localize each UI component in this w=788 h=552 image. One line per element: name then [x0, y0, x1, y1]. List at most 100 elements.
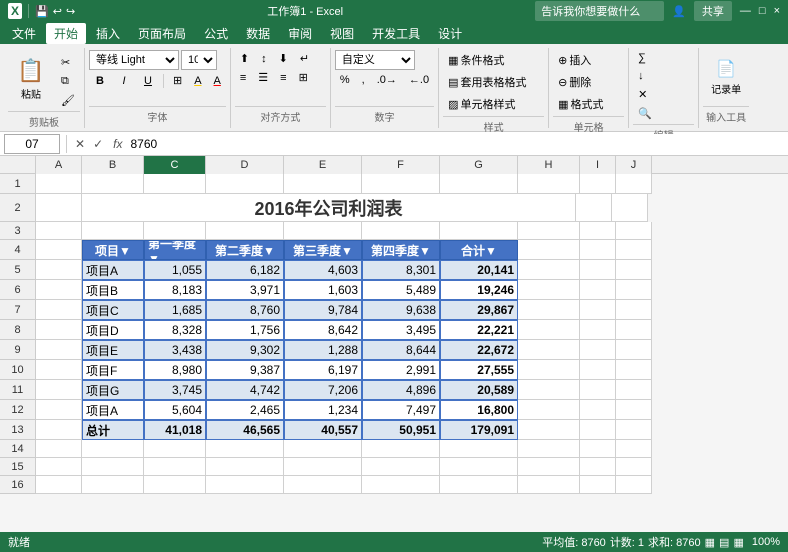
row-header-7[interactable]: 7	[0, 300, 36, 320]
cell-total-9[interactable]: 22,672	[440, 340, 518, 360]
cell-data-11-2[interactable]: 4,742	[206, 380, 284, 400]
border-button[interactable]: ⊞	[168, 72, 187, 89]
row-header-1[interactable]: 1	[0, 174, 36, 194]
align-middle-button[interactable]: ↕	[256, 51, 272, 67]
cell-data-7-2[interactable]: 8,760	[206, 300, 284, 320]
cell-h3[interactable]	[518, 222, 580, 240]
cell-a-11[interactable]	[36, 380, 82, 400]
cell-extra-11-0[interactable]	[518, 380, 580, 400]
cell-b-5[interactable]: 项目A	[82, 260, 144, 280]
cut-button[interactable]: ✂ ✂	[56, 54, 80, 71]
cell-b-9[interactable]: 项目E	[82, 340, 144, 360]
cell-b-12[interactable]: 项目A	[82, 400, 144, 420]
cell-extra-6-0[interactable]	[518, 280, 580, 300]
cell-total-5[interactable]: 20,141	[440, 260, 518, 280]
cancel-icon[interactable]: ✕	[73, 137, 87, 151]
col-header-h[interactable]: H	[518, 156, 580, 174]
cell-extra-6-1[interactable]	[580, 280, 616, 300]
italic-button[interactable]: I	[113, 73, 135, 89]
cell-a-9[interactable]	[36, 340, 82, 360]
insert-button[interactable]: ⊕插入	[553, 50, 624, 70]
menu-data[interactable]: 数据	[238, 23, 278, 44]
cell-total-8[interactable]: 22,221	[440, 320, 518, 340]
find-button[interactable]: 🔍	[633, 105, 694, 122]
cell-extra-7-1[interactable]	[580, 300, 616, 320]
total-sum[interactable]: 179,091	[440, 420, 518, 440]
total-label[interactable]: 总计	[82, 420, 144, 440]
row-header-16[interactable]: 16	[0, 476, 36, 494]
cell-j3[interactable]	[616, 222, 652, 240]
cell-g1[interactable]	[440, 174, 518, 194]
col-header-g[interactable]: G	[440, 156, 518, 174]
cell-i-total[interactable]	[580, 420, 616, 440]
cell-e3[interactable]	[284, 222, 362, 240]
cell-data-12-2[interactable]: 2,465	[206, 400, 284, 420]
cell-reference-input[interactable]	[4, 134, 60, 154]
menu-file[interactable]: 文件	[4, 23, 44, 44]
cell-a-total[interactable]	[36, 420, 82, 440]
cell-data-6-2[interactable]: 3,971	[206, 280, 284, 300]
inc-decimal-button[interactable]: .0→	[372, 72, 402, 88]
quick-access-redo-icon[interactable]: ↪	[66, 5, 75, 18]
row-header-2[interactable]: 2	[0, 194, 36, 222]
minimize-button[interactable]: —	[740, 5, 751, 17]
cell-data-11-1[interactable]: 3,745	[144, 380, 206, 400]
cell-f1[interactable]	[362, 174, 440, 194]
cell-extra-10-2[interactable]	[616, 360, 652, 380]
cell-data-10-1[interactable]: 8,980	[144, 360, 206, 380]
menu-pagelayout[interactable]: 页面布局	[130, 23, 194, 44]
cell-j1[interactable]	[616, 174, 652, 194]
share-button[interactable]: 共享	[694, 1, 732, 21]
cell-extra-6-2[interactable]	[616, 280, 652, 300]
quick-access-save-icon[interactable]: 💾	[35, 5, 49, 18]
row-header-10[interactable]: 10	[0, 360, 36, 380]
cell-data-6-4[interactable]: 5,489	[362, 280, 440, 300]
cell-h-total[interactable]	[518, 420, 580, 440]
row-header-6[interactable]: 6	[0, 280, 36, 300]
cell-b-8[interactable]: 项目D	[82, 320, 144, 340]
cell-extra-7-2[interactable]	[616, 300, 652, 320]
align-center-button[interactable]: ☰	[253, 69, 273, 86]
cell-data-7-1[interactable]: 1,685	[144, 300, 206, 320]
row-header-3[interactable]: 3	[0, 222, 36, 240]
format-painter-button[interactable]: 🖌	[56, 92, 80, 109]
row-header-9[interactable]: 9	[0, 340, 36, 360]
cell-i2[interactable]	[576, 194, 612, 222]
cell-a-8[interactable]	[36, 320, 82, 340]
cell-b1[interactable]	[82, 174, 144, 194]
cell-i1[interactable]	[580, 174, 616, 194]
cell-data-6-1[interactable]: 8,183	[144, 280, 206, 300]
table-format-button[interactable]: ▤套用表格格式	[443, 72, 544, 92]
format-button[interactable]: ▦格式式	[553, 94, 624, 114]
cell-extra-12-0[interactable]	[518, 400, 580, 420]
cell-data-5-4[interactable]: 8,301	[362, 260, 440, 280]
cell-data-7-4[interactable]: 9,638	[362, 300, 440, 320]
delete-button[interactable]: ⊖删除	[553, 72, 624, 92]
table-header-project[interactable]: 项目▼	[82, 240, 144, 260]
cell-j4[interactable]	[616, 240, 652, 260]
cell-extra-11-2[interactable]	[616, 380, 652, 400]
cell-extra-8-1[interactable]	[580, 320, 616, 340]
col-header-j[interactable]: J	[616, 156, 652, 174]
cell-data-12-4[interactable]: 7,497	[362, 400, 440, 420]
row-header-13[interactable]: 13	[0, 420, 36, 440]
align-top-button[interactable]: ⬆	[235, 50, 254, 67]
cell-a2[interactable]	[36, 194, 82, 222]
cell-data-10-3[interactable]: 6,197	[284, 360, 362, 380]
cell-extra-9-1[interactable]	[580, 340, 616, 360]
cell-f3[interactable]	[362, 222, 440, 240]
cell-extra-9-2[interactable]	[616, 340, 652, 360]
cell-b-11[interactable]: 项目G	[82, 380, 144, 400]
comma-button[interactable]: ,	[357, 72, 370, 88]
cell-extra-10-1[interactable]	[580, 360, 616, 380]
copy-button[interactable]: ⧉	[56, 73, 80, 90]
cell-extra-8-0[interactable]	[518, 320, 580, 340]
cell-b-6[interactable]: 项目B	[82, 280, 144, 300]
cell-d1[interactable]	[206, 174, 284, 194]
function-icon[interactable]: fx	[109, 137, 126, 151]
align-left-button[interactable]: ≡	[235, 70, 251, 86]
menu-developer[interactable]: 开发工具	[364, 23, 428, 44]
col-header-d[interactable]: D	[206, 156, 284, 174]
cell-extra-8-2[interactable]	[616, 320, 652, 340]
cell-total-7[interactable]: 29,867	[440, 300, 518, 320]
